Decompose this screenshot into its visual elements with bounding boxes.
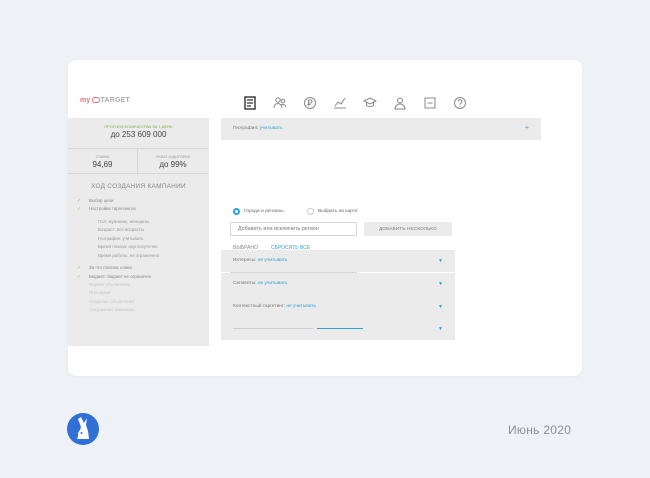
radio-cities-label: Города и регионы xyxy=(244,209,284,214)
step-item[interactable]: ✓ Выбор цели xyxy=(68,197,209,205)
budget-icon[interactable] xyxy=(302,95,318,111)
radio-unchecked-icon[interactable] xyxy=(307,208,314,215)
chevron-down-icon[interactable]: ▼ xyxy=(438,296,443,318)
stat-reach-value: до 99% xyxy=(159,160,187,169)
expand-plus-icon[interactable]: + xyxy=(525,118,529,140)
logo-target: TARGET xyxy=(100,97,130,104)
stat-bid: СТАВКА 94,69 xyxy=(68,149,138,175)
top-bar: my TARGET xyxy=(68,60,582,118)
section-interests[interactable]: Интересы: не учитывать ▼ xyxy=(221,250,455,272)
step-item-disabled: Формат объявления xyxy=(89,282,131,288)
logo-heart-icon xyxy=(91,97,100,104)
geo-label: География: xyxy=(233,126,259,131)
logo-my: my xyxy=(80,97,91,104)
section-value: не учитывать xyxy=(257,281,288,286)
radio-cities[interactable]: Города и регионы xyxy=(233,208,284,215)
radio-checked-icon[interactable] xyxy=(233,208,240,215)
main-nav xyxy=(242,95,482,111)
section-label: Контекстный таргетинг: xyxy=(233,304,286,309)
chevron-down-icon[interactable]: ▼ xyxy=(438,273,443,295)
chart-icon[interactable] xyxy=(332,95,348,111)
geo-section-header[interactable]: География: учитывать + xyxy=(221,118,541,140)
section-label: Сегменты: xyxy=(233,281,257,286)
tools-icon[interactable] xyxy=(422,95,438,111)
footer-date: Июнь 2020 xyxy=(508,423,572,437)
education-icon[interactable] xyxy=(362,95,378,111)
step-label: Выбор цели xyxy=(89,198,114,203)
step-item[interactable]: ✓ За что платим: клики xyxy=(68,264,209,272)
chevron-down-icon[interactable]: ▼ xyxy=(438,250,443,272)
forecast-label: ПРОГНОЗ КОЛИЧЕСТВА ЗА 1 ДЕНЬ xyxy=(104,124,173,129)
rabbit-logo-icon xyxy=(77,417,89,439)
step-item-disabled: Площадки xyxy=(89,290,111,296)
forecast-block: ПРОГНОЗ КОЛИЧЕСТВА ЗА 1 ДЕНЬ до 253 609 … xyxy=(68,118,209,146)
step-item-disabled: Сохранение кампании xyxy=(89,307,135,313)
section-placeholder-line xyxy=(233,328,313,329)
stat-reach-label: ОХВАТ АУДИТОРИИ xyxy=(155,155,191,159)
chevron-down-icon[interactable]: ▼ xyxy=(438,318,443,340)
stat-bid-value: 94,69 xyxy=(92,160,113,169)
step-label: За что платим: клики xyxy=(89,265,132,271)
progress-steps: ✓ Выбор цели ✓ Настройка таргетингов Пол: … xyxy=(68,197,209,315)
section-value: не учитывать xyxy=(257,258,288,263)
stat-bid-label: СТАВКА xyxy=(95,155,110,159)
substep-item[interactable]: Возраст: все возрасты xyxy=(68,226,209,235)
step-label: Бюджет: бюджет не ограничен xyxy=(89,273,152,279)
substep-item[interactable]: Время показа: круглосуточно xyxy=(68,243,209,252)
step-label: Настройка таргетингов xyxy=(89,206,136,212)
check-icon: ✓ xyxy=(77,273,81,279)
section-value: не учитывать xyxy=(286,304,316,309)
stat-reach: ОХВАТ АУДИТОРИИ до 99% xyxy=(138,149,208,175)
section-context[interactable]: Контекстный таргетинг: не учитывать ▼ xyxy=(221,296,455,318)
campaign-icon[interactable] xyxy=(242,95,258,111)
step-item-disabled: Создание объявления xyxy=(89,298,135,304)
section-collapsed[interactable]: ▼ xyxy=(221,318,455,340)
forecast-value: до 253 609 000 xyxy=(110,130,167,139)
radio-map-label: Выбрать на карте xyxy=(318,209,358,214)
brand-badge xyxy=(67,413,99,445)
progress-title: ХОД СОЗДАНИЯ КАМПАНИИ xyxy=(91,183,186,190)
region-input[interactable]: Добавить или исключить регион xyxy=(230,222,357,236)
audience-icon[interactable] xyxy=(272,95,288,111)
campaign-sidebar: ПРОГНОЗ КОЛИЧЕСТВА ЗА 1 ДЕНЬ до 253 609 … xyxy=(68,118,209,346)
help-icon[interactable] xyxy=(452,95,468,111)
check-icon: ✓ xyxy=(77,206,81,212)
add-many-button[interactable]: ДОБАВИТЬ НЕСКОЛЬКО xyxy=(364,222,452,236)
step-item[interactable]: ✓ Бюджет: бюджет не ограничен xyxy=(68,273,209,281)
check-icon: ✓ xyxy=(77,265,81,271)
logo[interactable]: my TARGET xyxy=(80,97,130,104)
substep-item[interactable]: Время работы: не ограничено xyxy=(68,252,209,261)
section-label: Интересы: xyxy=(233,258,257,263)
profile-icon[interactable] xyxy=(392,95,408,111)
stats-block: СТАВКА 94,69 ОХВАТ АУДИТОРИИ до 99% xyxy=(68,148,209,175)
check-icon: ✓ xyxy=(77,198,81,203)
geo-value: учитывать xyxy=(259,126,283,131)
section-placeholder-link xyxy=(317,328,363,329)
step-item[interactable]: ✓ Настройка таргетингов xyxy=(68,205,209,213)
substep-item[interactable]: Пол: мужчины, женщины xyxy=(68,218,209,227)
substep-item[interactable]: География: учитывать xyxy=(68,235,209,244)
section-segments[interactable]: Сегменты: не учитывать ▼ xyxy=(221,273,455,295)
radio-map[interactable]: Выбрать на карте xyxy=(307,208,358,215)
